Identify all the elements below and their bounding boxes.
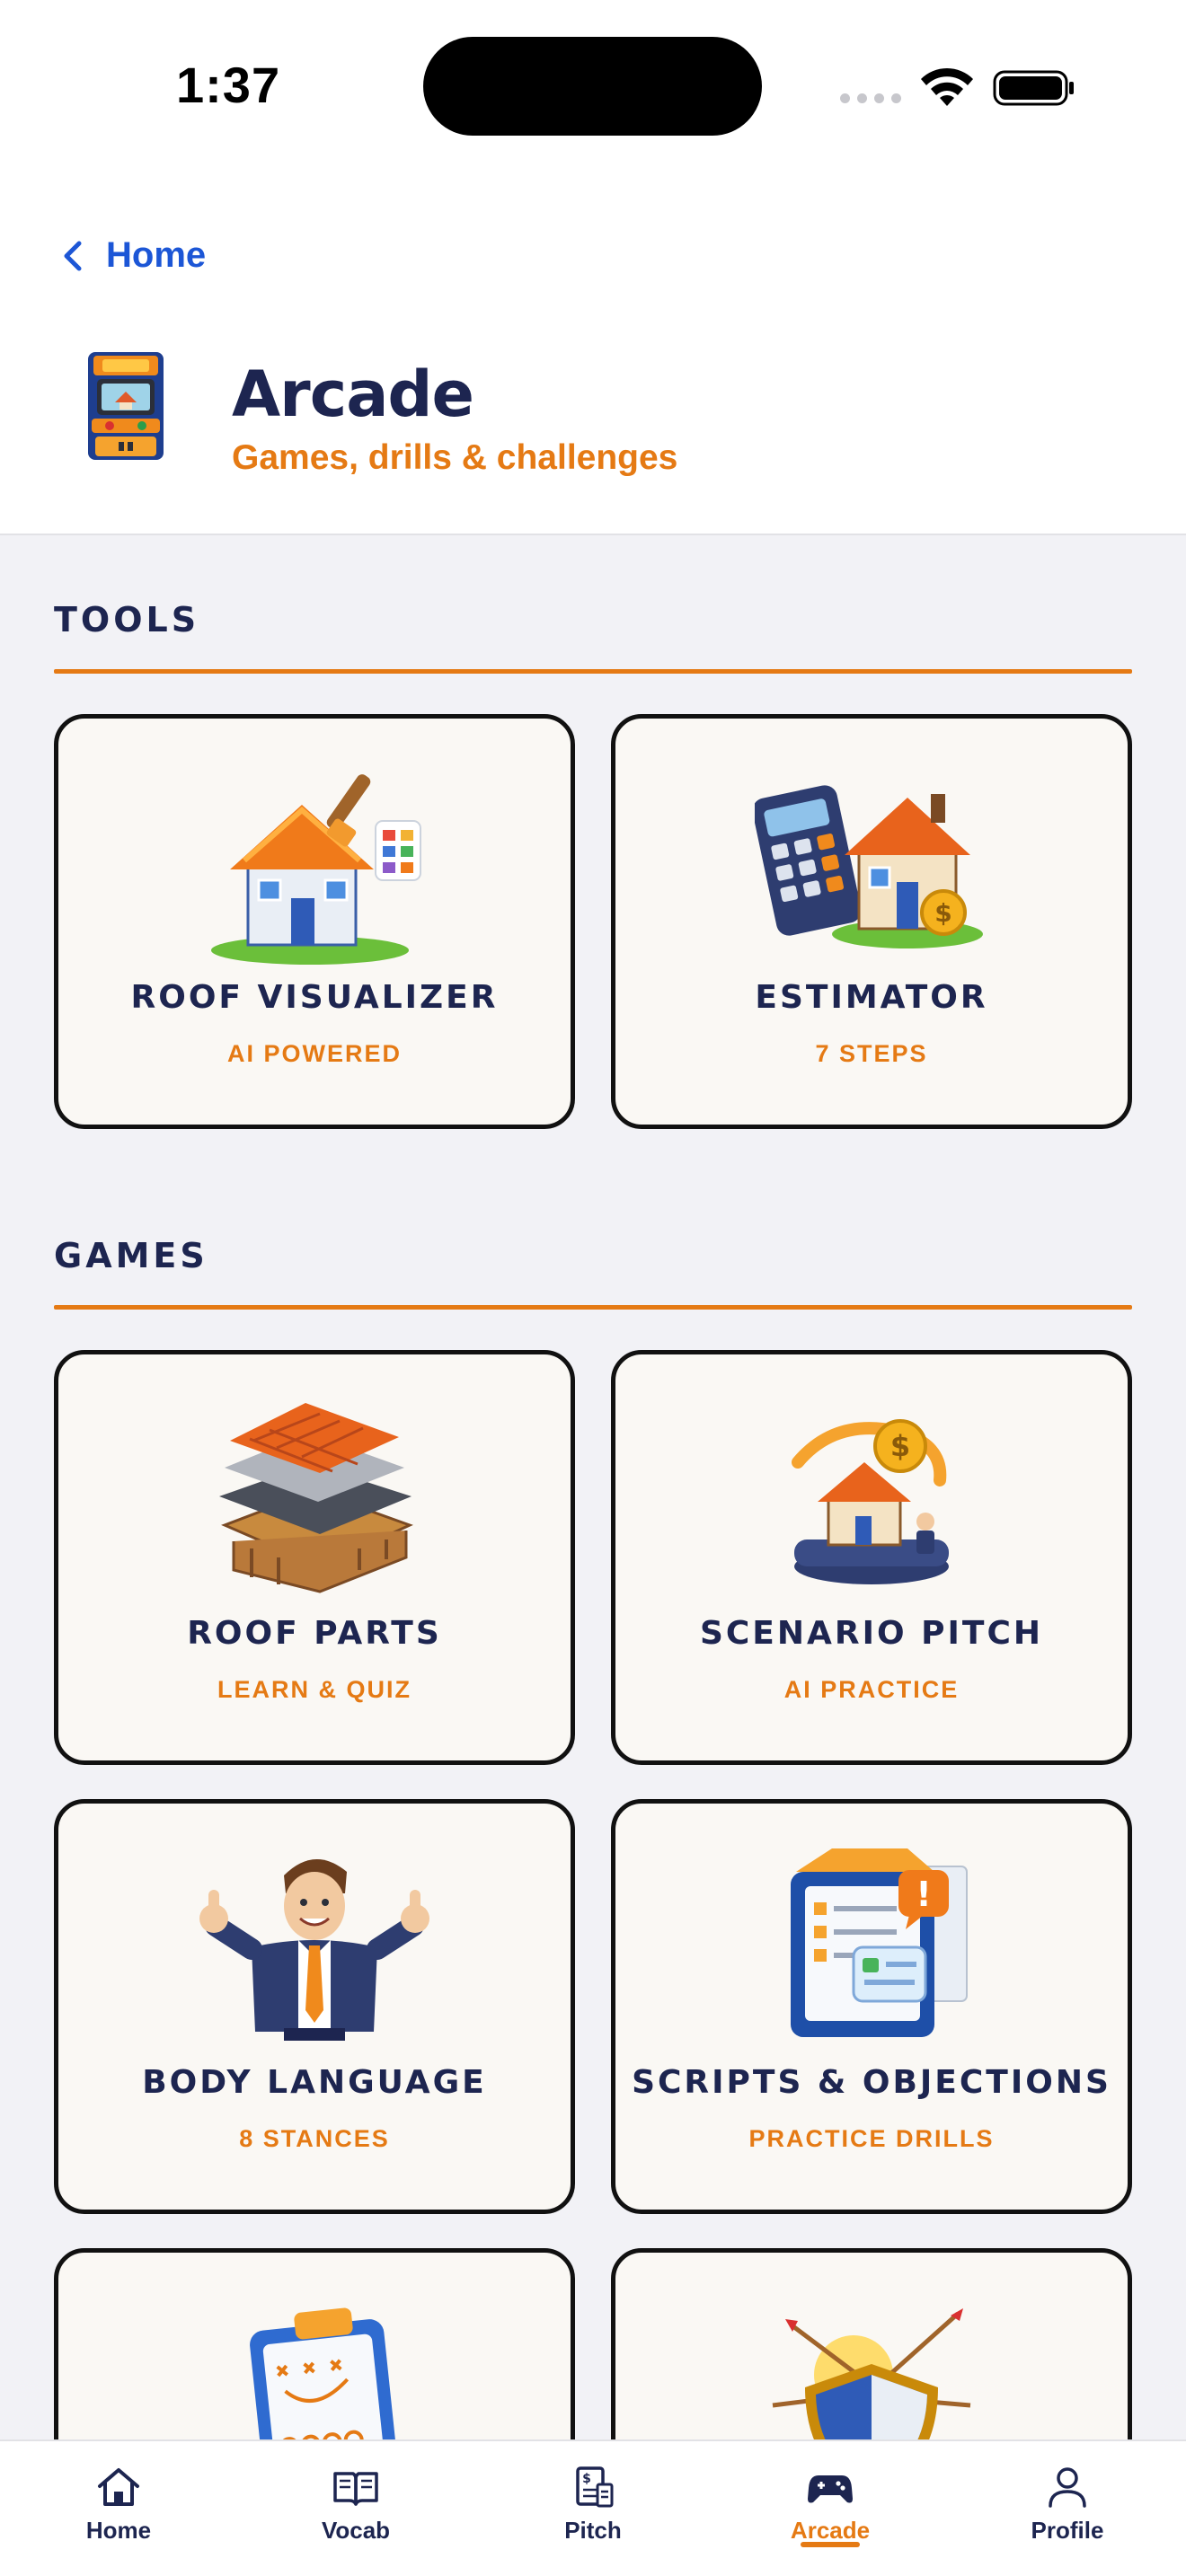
- svg-text:$: $: [582, 2472, 591, 2486]
- card-roof-visualizer[interactable]: ROOF VISUALIZER AI POWERED: [54, 714, 575, 1129]
- card-roof-parts[interactable]: ROOF PARTS LEARN & QUIZ: [54, 1350, 575, 1765]
- home-icon: [98, 2468, 139, 2506]
- card-subtitle: PRACTICE DRILLS: [748, 2125, 995, 2152]
- card-estimator[interactable]: $ ESTIMATOR 7 STEPS: [611, 714, 1132, 1129]
- tab-arcade[interactable]: Arcade: [712, 2441, 949, 2576]
- svg-text:$: $: [934, 898, 951, 928]
- gamepad-icon: [808, 2475, 853, 2503]
- back-button[interactable]: Home: [59, 235, 206, 276]
- roof-layers-icon: [219, 1403, 413, 1593]
- house-paintbrush-icon: [211, 774, 421, 965]
- tab-label: Home: [85, 2517, 152, 2544]
- section-label-games: GAMES: [54, 1236, 208, 1275]
- card-title: ROOF PARTS: [187, 1615, 442, 1652]
- card-body-language[interactable]: BODY LANGUAGE 8 STANCES: [54, 1799, 575, 2214]
- script-folder-icon: !: [791, 1848, 968, 2037]
- card-title: ESTIMATOR: [755, 979, 988, 1016]
- card-title: SCENARIO PITCH: [699, 1615, 1044, 1652]
- card-title: BODY LANGUAGE: [142, 2064, 487, 2101]
- person-icon: [1049, 2467, 1086, 2508]
- tab-bar: Home Vocab $ Pitch Arcade Profile: [0, 2439, 1186, 2576]
- pitch-document-icon: $: [576, 2466, 614, 2508]
- card-title: ROOF VISUALIZER: [130, 979, 499, 1016]
- status-bar: 1:37: [0, 0, 1186, 171]
- salesman-thumbs-up-icon: [199, 1858, 429, 2041]
- card-subtitle: 7 STEPS: [815, 1040, 928, 1067]
- calculator-house-icon: $: [755, 785, 983, 948]
- arcade-cabinet-icon: [88, 352, 164, 460]
- card-subtitle: AI PRACTICE: [783, 1676, 960, 1703]
- section-label-tools: TOOLS: [54, 600, 200, 640]
- svg-text:$: $: [890, 1429, 910, 1463]
- status-time: 1:37: [176, 57, 281, 113]
- tab-pitch[interactable]: $ Pitch: [474, 2441, 712, 2576]
- card-scripts-objections[interactable]: ! SCRIPTS & OBJECTIONS PRACTICE DRILLS: [611, 1799, 1132, 2214]
- page-title: Arcade: [232, 357, 474, 431]
- card-title: SCRIPTS & OBJECTIONS: [632, 2064, 1111, 2101]
- book-icon: [333, 2472, 378, 2506]
- card-subtitle: LEARN & QUIZ: [217, 1676, 412, 1703]
- card-scenario-pitch[interactable]: $ SCENARIO PITCH AI PRACTICE: [611, 1350, 1132, 1765]
- battery-icon: [993, 70, 1074, 106]
- tab-profile[interactable]: Profile: [949, 2441, 1186, 2576]
- chevron-left-icon: [64, 241, 82, 270]
- svg-text:!: !: [916, 1875, 931, 1914]
- wifi-icon: [921, 67, 973, 106]
- active-tab-indicator: [801, 2542, 860, 2547]
- tab-label: Profile: [1031, 2517, 1104, 2544]
- cellular-signal-icon: [840, 93, 901, 106]
- section-divider: [54, 669, 1132, 674]
- tab-home[interactable]: Home: [0, 2441, 237, 2576]
- page-header: Home Arcade Games, drills & challenges: [0, 171, 1186, 535]
- house-model-icon: $: [792, 1419, 949, 1584]
- tab-vocab[interactable]: Vocab: [237, 2441, 474, 2576]
- tab-label: Vocab: [321, 2517, 391, 2544]
- dynamic-island: [423, 37, 762, 136]
- back-label: Home: [106, 235, 207, 275]
- tab-label: Pitch: [564, 2517, 622, 2544]
- section-divider: [54, 1305, 1132, 1310]
- tab-label: Arcade: [790, 2517, 871, 2544]
- card-subtitle: AI POWERED: [226, 1040, 402, 1067]
- page-subtitle: Games, drills & challenges: [232, 438, 678, 477]
- card-subtitle: 8 STANCES: [239, 2125, 390, 2152]
